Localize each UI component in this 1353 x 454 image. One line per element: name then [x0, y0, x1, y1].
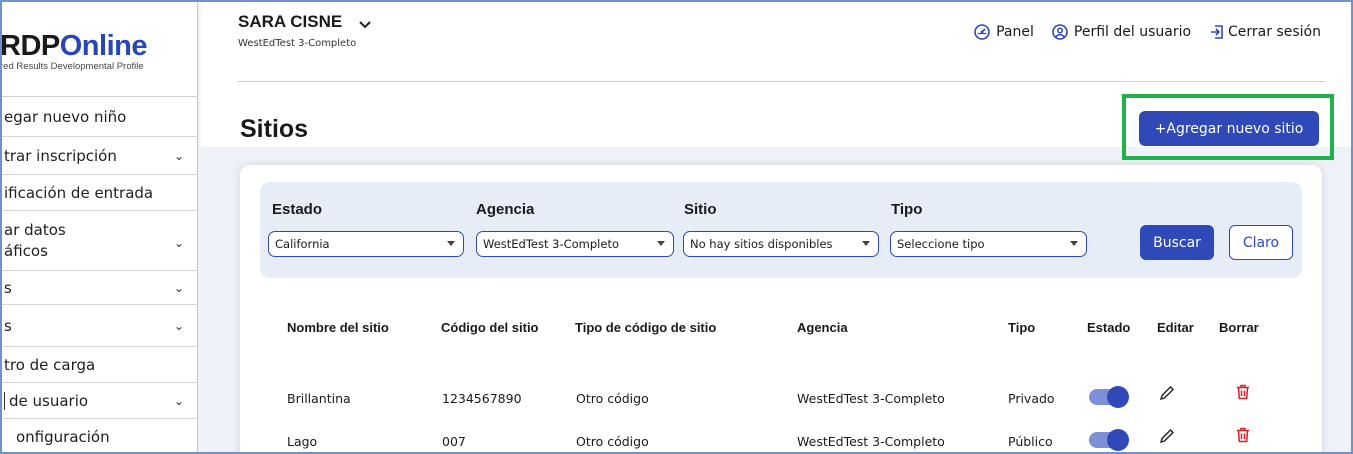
- row-1-name: Brillantina: [287, 391, 351, 406]
- agency-select[interactable]: WestEdTest 3-Completo: [476, 231, 674, 257]
- chevron-down-icon: ⌄: [173, 236, 184, 250]
- logo-title: RDPOnline: [2, 30, 147, 62]
- filter-state-label: Estado: [272, 201, 323, 218]
- nav-logout-label: Cerrar sesión: [1228, 24, 1321, 40]
- nav-panel-label: Panel: [996, 24, 1034, 40]
- divider: [237, 81, 1325, 82]
- chevron-down-icon: ⌄: [173, 280, 184, 295]
- type-select[interactable]: Seleccione tipo: [890, 231, 1087, 257]
- filter-agency-label: Agencia: [476, 201, 535, 218]
- sidebar-item-data[interactable]: ar datos áficos ⌄: [2, 211, 197, 271]
- chevron-down-icon: ⌄: [173, 393, 184, 408]
- col-type[interactable]: Tipo: [1008, 320, 1035, 335]
- sidebar-nav: egar nuevo niño trar inscripción ⌄ ifica…: [2, 97, 197, 452]
- sidebar-item-registration[interactable]: trar inscripción ⌄: [2, 137, 197, 175]
- user-agency: WestEdTest 3-Completo: [238, 38, 357, 49]
- nav-profile-label: Perfil del usuario: [1073, 24, 1192, 40]
- sidebar: RDPOnline red Results Developmental Prof…: [2, 2, 198, 452]
- logo: RDPOnline red Results Developmental Prof…: [2, 30, 197, 72]
- pencil-icon[interactable]: [1159, 428, 1175, 444]
- sidebar-item-label: onfiguración: [16, 427, 110, 446]
- sidebar-item-6[interactable]: s ⌄: [2, 305, 197, 347]
- row-2-name: Lago: [287, 434, 318, 449]
- sidebar-item-entry-verification[interactable]: ificación de entrada: [2, 175, 197, 211]
- app-window: RDPOnline red Results Developmental Prof…: [0, 0, 1353, 454]
- nav-panel[interactable]: Panel: [974, 24, 1034, 40]
- trash-icon[interactable]: [1236, 427, 1250, 443]
- sidebar-item-label: egar nuevo niño: [4, 107, 127, 126]
- row-1-code: 1234567890: [442, 391, 522, 406]
- col-agency[interactable]: Agencia: [797, 320, 848, 335]
- add-site-button[interactable]: +Agregar nuevo sitio: [1139, 111, 1319, 146]
- sidebar-item-upload-center[interactable]: tro de carga: [2, 347, 197, 383]
- type-select-value: Seleccione tipo: [897, 237, 985, 251]
- sidebar-item-label-line2: áficos: [4, 241, 48, 260]
- col-edit: Editar: [1157, 320, 1194, 335]
- caret-down-icon: [1070, 241, 1078, 246]
- row-2-code: 007: [442, 434, 466, 449]
- row-1-code-type: Otro código: [576, 391, 649, 406]
- site-select[interactable]: No hay sitios disponibles: [683, 231, 879, 257]
- logo-subtitle: red Results Developmental Profile: [2, 61, 144, 72]
- search-button[interactable]: Buscar: [1140, 225, 1214, 260]
- chevron-down-icon[interactable]: [359, 18, 371, 32]
- top-nav: Panel Perfil del usuario Cerrar sesión: [974, 24, 1321, 40]
- page-title: Sitios: [240, 115, 309, 143]
- logout-icon: [1211, 25, 1223, 39]
- dashboard-icon: [974, 24, 990, 40]
- sidebar-item-label: ificación de entrada: [4, 183, 154, 202]
- sidebar-item-user-settings[interactable]: de usuario ⌄: [2, 383, 197, 419]
- col-site-name[interactable]: Nombre del sitio: [287, 320, 389, 335]
- nav-logout[interactable]: Cerrar sesión: [1209, 24, 1321, 40]
- sidebar-item-5[interactable]: s ⌄: [2, 271, 197, 305]
- chevron-down-icon: ⌄: [173, 318, 184, 333]
- sidebar-item-label: ar datos: [4, 220, 66, 239]
- sidebar-item-add-child[interactable]: egar nuevo niño: [2, 97, 197, 137]
- caret-down-icon: [657, 241, 665, 246]
- agency-select-value: WestEdTest 3-Completo: [483, 237, 619, 251]
- sidebar-item-label: s: [4, 278, 12, 297]
- sidebar-item-label: s: [4, 316, 12, 335]
- caret-down-icon: [862, 241, 870, 246]
- col-site-code-type[interactable]: Tipo de código de sitio: [575, 320, 716, 335]
- filter-type-label: Tipo: [891, 201, 923, 218]
- clear-button[interactable]: Claro: [1229, 225, 1293, 260]
- row-2-agency: WestEdTest 3-Completo: [797, 434, 945, 449]
- sidebar-item-label: tro de carga: [4, 355, 96, 374]
- state-select[interactable]: California: [268, 231, 464, 257]
- user-circle-icon: [1052, 24, 1068, 40]
- col-delete: Borrar: [1219, 320, 1259, 335]
- pencil-icon[interactable]: [1159, 385, 1175, 401]
- user-name[interactable]: SARA CISNE: [238, 12, 342, 32]
- nav-profile[interactable]: Perfil del usuario: [1052, 24, 1191, 40]
- caret-down-icon: [447, 241, 455, 246]
- row-1-type: Privado: [1008, 391, 1055, 406]
- row-2-code-type: Otro código: [576, 434, 649, 449]
- filter-site-label: Sitio: [684, 201, 717, 218]
- col-site-code[interactable]: Código del sitio: [441, 320, 539, 335]
- row-2-status-toggle[interactable]: [1089, 429, 1129, 451]
- trash-icon[interactable]: [1236, 384, 1250, 400]
- row-2-type: Público: [1008, 434, 1053, 449]
- col-status: Estado: [1087, 320, 1131, 335]
- state-select-value: California: [275, 237, 330, 251]
- chevron-down-icon: ⌄: [173, 148, 184, 163]
- row-1-status-toggle[interactable]: [1089, 386, 1129, 408]
- sidebar-item-label: de usuario: [4, 391, 88, 410]
- sidebar-item-label: trar inscripción: [4, 146, 117, 165]
- row-1-agency: WestEdTest 3-Completo: [797, 391, 945, 406]
- site-select-value: No hay sitios disponibles: [690, 237, 833, 251]
- sidebar-item-configuration[interactable]: onfiguración: [2, 419, 197, 452]
